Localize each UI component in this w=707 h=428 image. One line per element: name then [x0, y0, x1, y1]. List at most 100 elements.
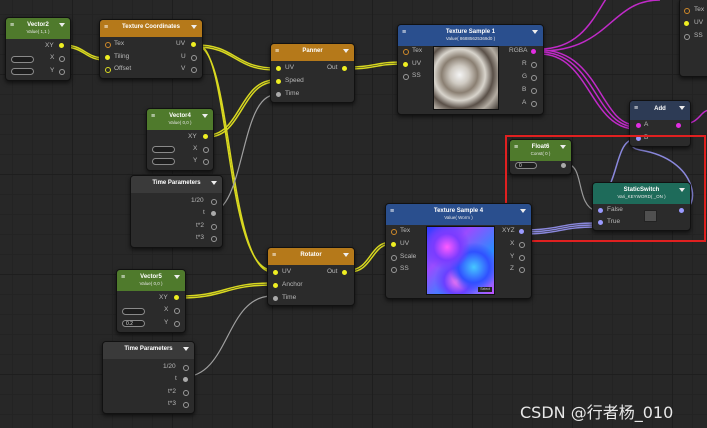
- offset-port[interactable]: [105, 67, 111, 73]
- output-port[interactable]: [211, 199, 217, 205]
- time-parameters-node[interactable]: Time Parameters 1/20 t t*2 t*3: [130, 175, 223, 248]
- output-port[interactable]: [211, 236, 217, 242]
- time-in-label: Time: [285, 90, 300, 97]
- anchor-in-label: Anchor: [282, 281, 303, 288]
- ss-port[interactable]: [403, 74, 409, 80]
- menu-icon[interactable]: ≡: [390, 208, 394, 215]
- scale-label: Scale: [400, 253, 417, 260]
- texture-preview-image[interactable]: [433, 46, 499, 110]
- u-out-port[interactable]: [191, 55, 197, 61]
- y-value-field[interactable]: [152, 158, 175, 165]
- a-in-port[interactable]: [636, 123, 641, 128]
- z-port[interactable]: [519, 267, 525, 273]
- r-label: R: [522, 60, 527, 67]
- menu-icon[interactable]: ≡: [272, 252, 276, 259]
- x-value-field[interactable]: [122, 308, 145, 315]
- out-port[interactable]: [676, 123, 681, 128]
- chevron-down-icon[interactable]: [211, 181, 217, 185]
- time-in-port[interactable]: [276, 92, 281, 97]
- uv-port[interactable]: [684, 21, 689, 26]
- chevron-down-icon[interactable]: [532, 30, 538, 34]
- output-port[interactable]: [183, 365, 189, 371]
- chevron-down-icon[interactable]: [183, 347, 189, 351]
- rotator-node[interactable]: ≡ Rotator UV Anchor Time Out: [267, 247, 355, 306]
- x-label: X: [510, 240, 515, 247]
- x-port[interactable]: [519, 242, 525, 248]
- texture-sample-4-node[interactable]: ≡ Texture Sample 4 Value( Worm ) Tex UV …: [385, 203, 532, 299]
- uv-label: UV: [400, 240, 410, 247]
- tiling-port[interactable]: [105, 55, 110, 60]
- anchor-in-port[interactable]: [273, 283, 278, 288]
- uv-in-port[interactable]: [276, 66, 281, 71]
- chevron-down-icon[interactable]: [679, 106, 685, 110]
- output-port[interactable]: [183, 390, 189, 396]
- y-port[interactable]: [174, 321, 180, 327]
- time-in-port[interactable]: [273, 296, 278, 301]
- tex-label: Tex: [400, 227, 411, 234]
- xyz-port[interactable]: [519, 229, 524, 234]
- menu-icon[interactable]: ≡: [634, 105, 638, 112]
- menu-icon[interactable]: ≡: [151, 113, 155, 120]
- panner-node[interactable]: ≡ Panner UV Speed Time Out: [270, 43, 355, 103]
- out-port[interactable]: [342, 270, 347, 275]
- output-port[interactable]: [211, 224, 217, 230]
- r-port[interactable]: [531, 62, 537, 68]
- chevron-down-icon[interactable]: [343, 49, 349, 53]
- chevron-down-icon[interactable]: [191, 25, 197, 29]
- g-port[interactable]: [531, 75, 537, 81]
- menu-icon[interactable]: ≡: [10, 22, 14, 29]
- output-port[interactable]: [59, 43, 64, 48]
- tex-port[interactable]: [391, 229, 397, 235]
- v-out-port[interactable]: [191, 67, 197, 73]
- ss-port[interactable]: [391, 267, 397, 273]
- texture-sample-1-node[interactable]: ≡ Texture Sample 1 Value( 86885625369d0 …: [397, 24, 544, 115]
- tex-port[interactable]: [403, 49, 409, 55]
- menu-icon[interactable]: ≡: [275, 48, 279, 55]
- ss-port[interactable]: [684, 34, 690, 40]
- vector5-node[interactable]: ≡ Vector5 Value( 0,0 ) XY X 0.2 Y: [116, 269, 186, 333]
- y-port[interactable]: [203, 159, 209, 165]
- output-port[interactable]: [203, 134, 208, 139]
- menu-icon[interactable]: ≡: [121, 274, 125, 281]
- out-port[interactable]: [342, 66, 347, 71]
- b-port[interactable]: [531, 88, 537, 94]
- output-port[interactable]: [183, 377, 188, 382]
- x-value-field[interactable]: [152, 146, 175, 153]
- menu-icon[interactable]: ≡: [104, 24, 108, 31]
- uv-port[interactable]: [391, 242, 396, 247]
- uv-out-port[interactable]: [191, 42, 196, 47]
- partial-texture-node[interactable]: Tex UV SS: [679, 0, 707, 77]
- uv-in-port[interactable]: [273, 270, 278, 275]
- x-port[interactable]: [59, 56, 65, 62]
- uv-port[interactable]: [403, 62, 408, 67]
- y-port[interactable]: [59, 69, 65, 75]
- time-parameters-node-2[interactable]: Time Parameters 1/20 t t*2 t*3: [102, 341, 195, 414]
- y-value-field[interactable]: [11, 68, 34, 75]
- x-port[interactable]: [174, 308, 180, 314]
- texture-coordinates-node[interactable]: ≡ Texture Coordinates Tex Tiling Offset …: [99, 19, 203, 79]
- vector2-node[interactable]: ≡ Vector2 Value( 1,1 ) XY X Y: [5, 17, 71, 81]
- y-value-field[interactable]: 0.2: [122, 320, 145, 327]
- a-port[interactable]: [531, 101, 537, 107]
- scale-port[interactable]: [391, 255, 397, 261]
- chevron-down-icon[interactable]: [343, 253, 349, 257]
- chevron-down-icon[interactable]: [174, 275, 180, 279]
- output-port[interactable]: [174, 295, 179, 300]
- output-port[interactable]: [211, 211, 216, 216]
- normal-map-preview-image[interactable]: Select: [426, 226, 495, 295]
- chevron-down-icon[interactable]: [59, 23, 65, 27]
- chevron-down-icon[interactable]: [520, 209, 526, 213]
- x-value-field[interactable]: [11, 56, 34, 63]
- preview-badge[interactable]: Select: [478, 287, 492, 292]
- rgba-port[interactable]: [531, 49, 536, 54]
- y-port[interactable]: [519, 255, 525, 261]
- output-port[interactable]: [183, 402, 189, 408]
- chevron-down-icon[interactable]: [202, 114, 208, 118]
- x-port[interactable]: [203, 147, 209, 153]
- tex-port[interactable]: [105, 42, 111, 48]
- tex-port[interactable]: [684, 8, 690, 14]
- menu-icon[interactable]: ≡: [402, 29, 406, 36]
- vector4-node[interactable]: ≡ Vector4 Value( 0,0 ) XY X Y: [146, 108, 214, 171]
- graph-canvas[interactable]: ≡ Vector2 Value( 1,1 ) XY X Y ≡ Texture …: [0, 0, 707, 428]
- speed-in-port[interactable]: [276, 79, 281, 84]
